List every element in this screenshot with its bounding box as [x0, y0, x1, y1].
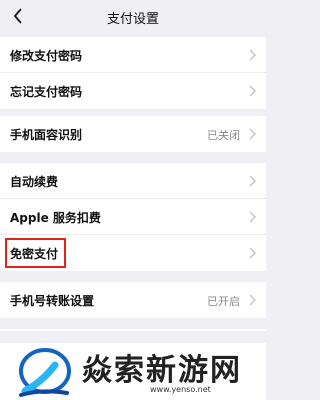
menu-item-label: 忘记支付密码: [10, 85, 83, 99]
password-settings-group: 修改支付密码 忘记支付密码: [0, 37, 266, 109]
chevron-right-icon: [249, 49, 256, 61]
watermark-text: 焱索新游网: [82, 353, 242, 388]
page-title: 支付设置: [106, 12, 159, 27]
menu-item-change-password[interactable]: 修改支付密码: [0, 37, 266, 73]
status-value: 已关闭: [207, 129, 240, 142]
menu-item-label: 手机号转账设置: [10, 294, 95, 308]
status-value: 已开启: [207, 295, 240, 308]
menu-item-apple-services[interactable]: Apple 服务扣费: [0, 199, 266, 235]
menu-item-forgot-password[interactable]: 忘记支付密码: [0, 73, 266, 109]
chevron-right-icon: [249, 85, 256, 97]
menu-item-label: Apple 服务扣费: [10, 211, 101, 225]
chevron-right-icon: [249, 294, 256, 306]
menu-item-label: 免密支付: [10, 247, 59, 261]
menu-item-password-free-payment[interactable]: 免密支付: [0, 235, 266, 271]
chevron-right-icon: [249, 175, 256, 187]
menu-item-phone-transfer[interactable]: 手机号转账设置 已开启: [0, 282, 266, 318]
menu-item-label: 修改支付密码: [10, 49, 83, 63]
separator-strip: [0, 331, 266, 343]
watermark-url: www.yenso.net: [150, 385, 211, 394]
menu-item-face-recognition[interactable]: 手机面容识别 已关闭: [0, 116, 266, 152]
chevron-right-icon: [249, 211, 256, 223]
menu-item-label: 手机面容识别: [10, 128, 83, 142]
deduction-group: 自动续费 Apple 服务扣费 免密支付: [0, 163, 266, 271]
chevron-right-icon: [249, 247, 256, 259]
transfer-group: 手机号转账设置 已开启: [0, 282, 266, 318]
top-nav-bar: 支付设置: [0, 0, 266, 34]
watermark-logo-icon: [19, 348, 71, 397]
biometric-group: 手机面容识别 已关闭: [0, 116, 266, 152]
chevron-right-icon: [249, 128, 256, 140]
menu-item-label: 自动续费: [10, 175, 59, 189]
menu-item-auto-renew[interactable]: 自动续费: [0, 163, 266, 199]
